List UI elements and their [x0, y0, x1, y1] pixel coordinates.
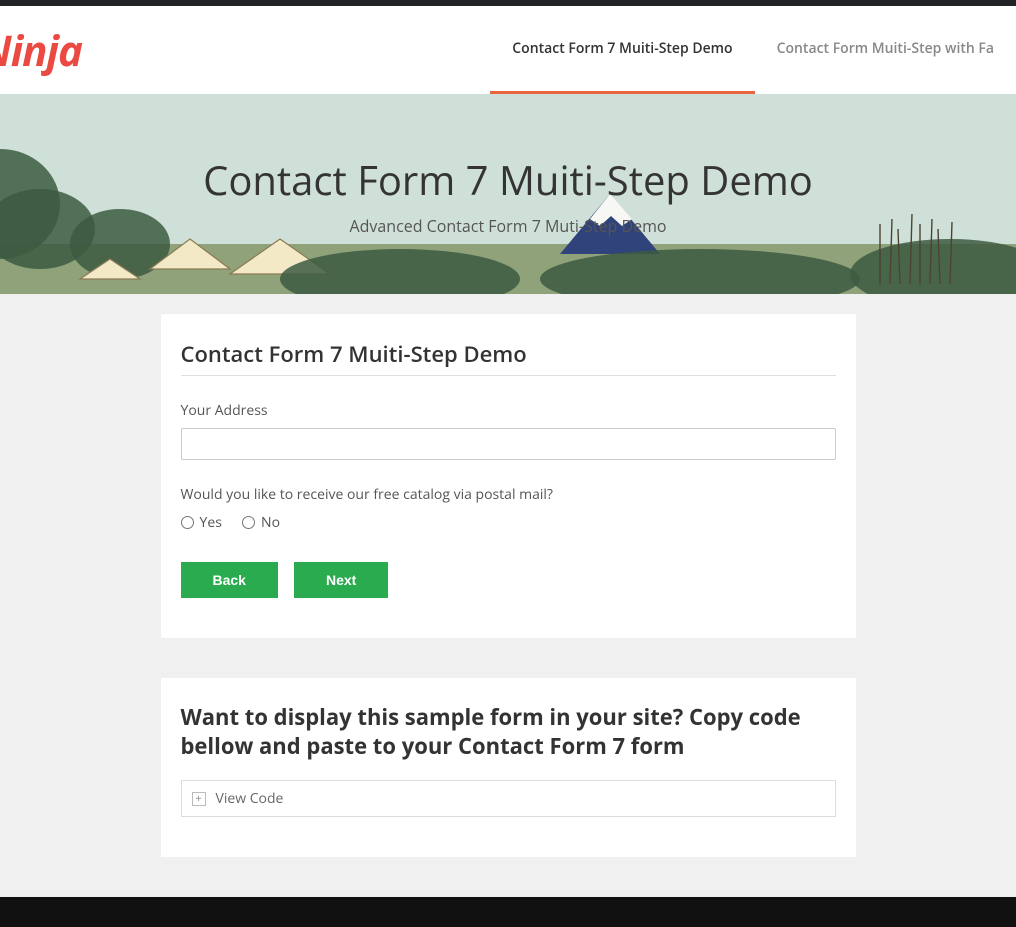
button-row: Back Next [181, 562, 836, 598]
view-code-label: View Code [216, 789, 284, 808]
radio-option-yes[interactable]: Yes [181, 513, 222, 532]
form-title: Contact Form 7 Muiti-Step Demo [181, 339, 836, 376]
address-label: Your Address [181, 401, 836, 420]
logo[interactable]: Ninja [0, 22, 82, 79]
address-input[interactable] [181, 428, 836, 460]
hero-banner: Contact Form 7 Muiti-Step Demo Advanced … [0, 94, 1016, 294]
radio-no-input[interactable] [242, 516, 255, 529]
catalog-question-label: Would you like to receive our free catal… [181, 485, 836, 504]
code-card: Want to display this sample form in your… [161, 678, 856, 857]
back-button[interactable]: Back [181, 562, 278, 598]
main-container: Contact Form 7 Muiti-Step Demo Your Addr… [161, 294, 856, 857]
nav: Contact Form 7 Muiti-Step Demo Contact F… [490, 6, 1016, 94]
radio-no-label: No [261, 513, 280, 532]
next-button[interactable]: Next [294, 562, 388, 598]
code-card-title: Want to display this sample form in your… [181, 703, 836, 760]
catalog-radio-group: Yes No [181, 512, 836, 534]
nav-item-multistep-fa[interactable]: Contact Form Muiti-Step with Fa [755, 6, 1016, 94]
nav-item-multistep-demo[interactable]: Contact Form 7 Muiti-Step Demo [490, 6, 754, 94]
hero-subtitle: Advanced Contact Form 7 Muti-Step Demo [349, 215, 666, 237]
radio-yes-label: Yes [200, 513, 222, 532]
form-card: Contact Form 7 Muiti-Step Demo Your Addr… [161, 314, 856, 638]
radio-yes-input[interactable] [181, 516, 194, 529]
radio-option-no[interactable]: No [242, 513, 280, 532]
footer-bar [0, 897, 1016, 927]
header: Ninja Contact Form 7 Muiti-Step Demo Con… [0, 6, 1016, 94]
plus-icon: + [192, 792, 206, 806]
view-code-toggle[interactable]: + View Code [181, 780, 836, 817]
hero-title: Contact Form 7 Muiti-Step Demo [203, 152, 813, 207]
